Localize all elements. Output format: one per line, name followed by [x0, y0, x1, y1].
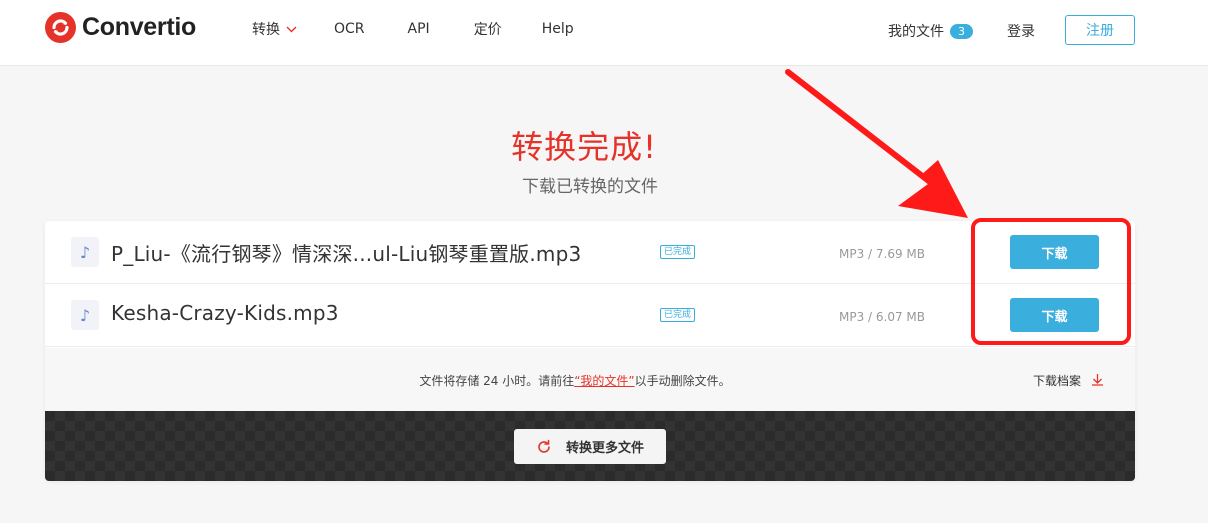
nav-convert-label: 转换	[252, 22, 280, 38]
storage-info-bar: 文件将存储 24 小时。请前往“我的文件”以手动删除文件。 下载档案	[45, 348, 1135, 411]
nav-api-label: API	[407, 21, 430, 37]
music-note-icon: ♪	[71, 300, 99, 330]
file-name: P_Liu-《流行钢琴》情深深...ul-Liu钢琴重置版.mp3	[111, 242, 582, 266]
download-archive-link[interactable]: 下载档案	[1033, 372, 1104, 389]
chevron-down-icon	[286, 21, 297, 37]
nav-ocr-label: OCR	[334, 21, 365, 37]
convert-more-button[interactable]: 转换更多文件	[514, 429, 666, 464]
nav-pricing[interactable]: 定价	[474, 20, 502, 38]
file-size: MP3 / 7.69 MB	[839, 247, 926, 261]
status-badge: 已完成	[660, 245, 696, 259]
convert-more-bar: 转换更多文件	[45, 411, 1135, 481]
storage-info-suffix: 以手动删除文件。	[634, 374, 731, 388]
storage-info-text: 文件将存储 24 小时。请前往“我的文件”以手动删除文件。	[45, 372, 1135, 389]
page-title: 转换完成!	[511, 128, 657, 166]
download-arrow-icon	[1081, 373, 1104, 389]
page-subtitle: 下载已转换的文件	[522, 177, 658, 197]
file-name: Kesha-Crazy-Kids.mp3	[111, 301, 339, 325]
file-size: MP3 / 6.07 MB	[839, 310, 926, 324]
top-header: Convertio 转换 OCR API 定价 Help 我的文件 3 登录 注…	[0, 0, 1208, 66]
logo-text: Convertio	[82, 13, 196, 41]
annotation-arrow-icon	[785, 69, 968, 218]
annotation-highlight-box	[971, 218, 1131, 345]
logo[interactable]: Convertio	[45, 12, 196, 43]
status-badge: 已完成	[660, 308, 696, 322]
page-title-wrap: 转换完成!	[0, 122, 1168, 168]
nav-convert[interactable]: 转换	[252, 20, 297, 38]
music-note-icon: ♪	[71, 237, 99, 267]
nav-ocr[interactable]: OCR	[334, 20, 365, 38]
my-files-link[interactable]: 我的文件 3	[888, 21, 973, 41]
storage-info-prefix: 文件将存储 24 小时。请前往	[419, 374, 575, 388]
nav-help[interactable]: Help	[542, 20, 574, 38]
convertio-logo-icon	[45, 12, 76, 43]
register-button[interactable]: 注册	[1065, 15, 1135, 45]
refresh-icon	[538, 439, 550, 453]
nav-api[interactable]: API	[408, 20, 430, 38]
my-files-inline-link[interactable]: “我的文件”	[574, 374, 634, 388]
my-files-label: 我的文件	[888, 24, 944, 40]
nav-help-label: Help	[541, 21, 574, 37]
main-nav: 转换 OCR API 定价 Help	[252, 20, 574, 38]
login-link[interactable]: 登录	[1007, 21, 1035, 41]
convert-more-label: 转换更多文件	[565, 441, 644, 456]
nav-pricing-label: 定价	[473, 22, 502, 38]
download-archive-label: 下载档案	[1033, 374, 1082, 388]
my-files-count-badge: 3	[950, 23, 973, 39]
